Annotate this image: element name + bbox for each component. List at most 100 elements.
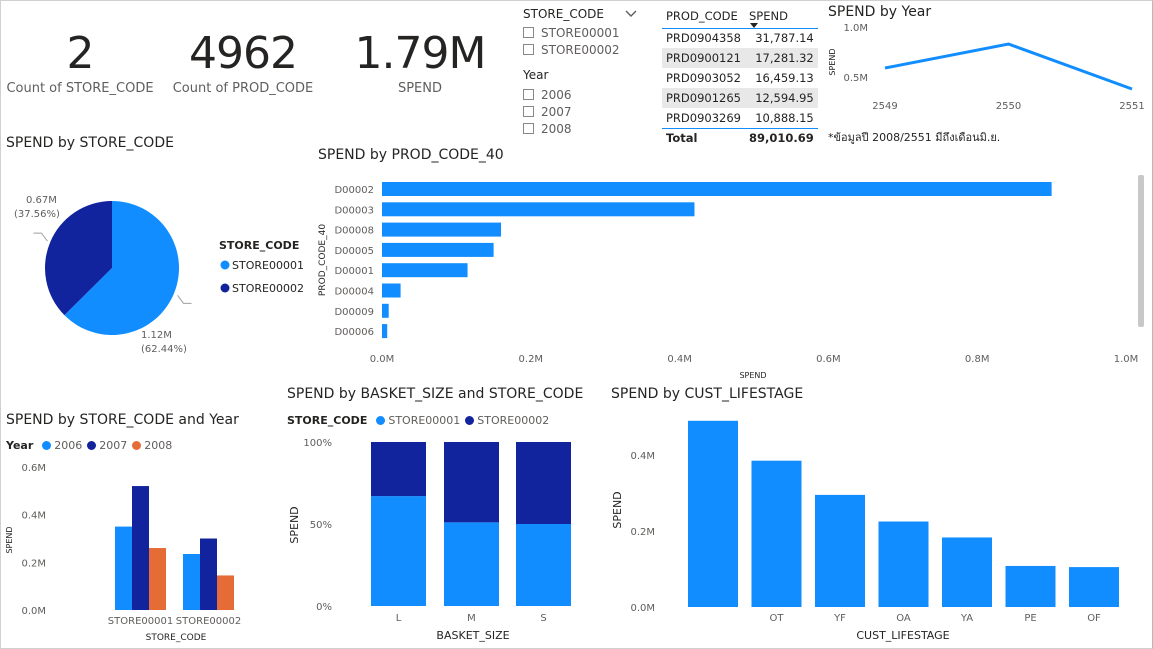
- table-row[interactable]: PRD0901265 12,594.95: [662, 88, 818, 108]
- column-header-spend[interactable]: SPEND: [745, 6, 818, 29]
- legend-item[interactable]: STORE00001: [388, 414, 460, 427]
- legend-item[interactable]: STORE00002: [477, 414, 549, 427]
- store-year-title: SPEND by STORE_CODE and Year: [6, 412, 239, 428]
- bar-segment[interactable]: [371, 496, 426, 606]
- x-tick-label: M: [467, 613, 476, 624]
- bar-segment[interactable]: [371, 442, 426, 497]
- spend-by-basket-size-chart[interactable]: SPEND 0% 50% 100% L M S BASKET_SIZE: [282, 430, 602, 649]
- slicer-item-store00002[interactable]: STORE00002: [523, 41, 643, 58]
- y-tick-label: D00008: [334, 226, 374, 237]
- legend-item[interactable]: STORE00002: [232, 282, 304, 295]
- checkbox[interactable]: [523, 123, 534, 134]
- cell-spend: 31,787.14: [755, 31, 814, 46]
- x-tick-label: 1.0M: [1114, 354, 1139, 365]
- legend-item[interactable]: 2007: [99, 439, 127, 452]
- cell-prod-code: PRD0903269: [666, 110, 741, 125]
- lifestage-title: SPEND by CUST_LIFESTAGE: [611, 386, 804, 402]
- bar[interactable]: [382, 303, 389, 318]
- x-tick-label: 0.0M: [370, 354, 395, 365]
- checkbox[interactable]: [523, 89, 534, 100]
- spend-by-cust-lifestage-chart[interactable]: SPEND 0.0M 0.2M 0.4M OT YF OA YA PE OF CUST_LIFEST…: [605, 405, 1145, 649]
- basket-title: SPEND by BASKET_SIZE and STORE_CODE: [287, 386, 584, 402]
- bar[interactable]: [217, 575, 234, 610]
- chart-scrollbar[interactable]: [1138, 175, 1144, 327]
- bar[interactable]: [132, 486, 149, 610]
- x-tick-label: 2550: [996, 101, 1021, 112]
- card-prod-count[interactable]: 4962 Count of PROD_CODE: [163, 28, 323, 96]
- x-axis-label: BASKET_SIZE: [436, 629, 509, 642]
- column-header-prod-code[interactable]: PROD_CODE: [662, 6, 745, 29]
- x-tick-label: 0.2M: [519, 354, 544, 365]
- checkbox[interactable]: [523, 106, 534, 117]
- bar[interactable]: [382, 263, 468, 278]
- spend-by-store-pie-chart[interactable]: 1.12M (62.44%) 0.67M (37.56%) STORE_CODE STOR…: [0, 160, 310, 380]
- x-tick-label: STORE00002: [176, 616, 241, 627]
- y-tick-label: D00005: [334, 246, 374, 257]
- y-tick-label: 1.0M: [843, 23, 868, 34]
- legend-marker: [220, 260, 230, 270]
- table-row[interactable]: PRD0900121 17,281.32: [662, 48, 818, 68]
- bar-segment[interactable]: [516, 524, 571, 606]
- bar[interactable]: [382, 283, 401, 298]
- bar[interactable]: [1069, 567, 1119, 607]
- bar[interactable]: [878, 521, 929, 608]
- data-label-percent: (62.44%): [141, 344, 187, 355]
- bar[interactable]: [382, 242, 494, 257]
- bar[interactable]: [382, 324, 388, 339]
- bar[interactable]: [688, 420, 738, 607]
- slicer-title: STORE_CODE: [523, 7, 604, 21]
- bar-segment[interactable]: [444, 442, 499, 523]
- y-tick-label: D00009: [334, 307, 374, 318]
- bar[interactable]: [1005, 565, 1056, 607]
- cell-prod-code: PRD0903052: [666, 71, 741, 85]
- card-store-count[interactable]: 2 Count of STORE_CODE: [0, 28, 160, 96]
- pie-title: SPEND by STORE_CODE: [6, 135, 174, 151]
- year-slicer: Year 2006 2007 2008: [523, 68, 623, 137]
- series-line[interactable]: [884, 42, 1133, 91]
- slicer-item-2008[interactable]: 2008: [523, 120, 623, 137]
- bar[interactable]: [751, 460, 802, 607]
- bar[interactable]: [942, 537, 992, 607]
- bar[interactable]: [200, 538, 217, 611]
- legend-marker: [376, 416, 386, 425]
- bar[interactable]: [382, 202, 695, 217]
- spend-by-prod-code-bar-chart[interactable]: PROD_CODE_40 D00002 D00003 D00008 D00005 D000…: [310, 170, 1153, 385]
- prod-bar-title: SPEND by PROD_CODE_40: [318, 147, 504, 163]
- bar[interactable]: [183, 553, 200, 610]
- slicer-item-store00001[interactable]: STORE00001: [523, 24, 643, 41]
- y-tick-label: 0.4M: [630, 451, 655, 462]
- card-value: 4962: [189, 28, 298, 79]
- slicer-item-2007[interactable]: 2007: [523, 103, 623, 120]
- table-row[interactable]: PRD0903269 10,888.15: [662, 108, 818, 128]
- card-label: Count of STORE_CODE: [6, 81, 154, 96]
- bar[interactable]: [815, 494, 865, 607]
- bar-segment[interactable]: [516, 442, 571, 524]
- y-tick-label: D00003: [334, 205, 374, 216]
- y-tick-label: 0.6M: [21, 463, 46, 474]
- card-spend[interactable]: 1.79M SPEND: [340, 28, 500, 96]
- x-axis-label: STORE_CODE: [146, 633, 207, 643]
- bar[interactable]: [382, 182, 1052, 196]
- spend-by-year-line-chart[interactable]: SPEND 0.5M 1.0M 2549 2550 2551: [820, 22, 1150, 118]
- y-tick-label: 0.0M: [21, 606, 46, 617]
- bar[interactable]: [382, 222, 502, 237]
- bar-segment[interactable]: [444, 522, 499, 606]
- legend-item[interactable]: 2008: [144, 439, 172, 452]
- checkbox[interactable]: [523, 44, 534, 55]
- cell-spend: 16,459.13: [755, 71, 814, 85]
- chevron-down-icon[interactable]: [625, 10, 637, 18]
- table-row[interactable]: PRD0904358 31,787.14: [662, 28, 818, 48]
- legend-item[interactable]: 2006: [54, 439, 82, 452]
- spend-by-store-year-bar-chart[interactable]: SPEND 0.0M 0.2M 0.4M 0.6M STORE00001 STORE0000…: [0, 455, 285, 649]
- total-label: Total: [662, 127, 745, 148]
- leader-line: [33, 232, 48, 242]
- legend-item[interactable]: STORE00001: [232, 259, 304, 272]
- bar[interactable]: [115, 526, 132, 610]
- slicer-item-2006[interactable]: 2006: [523, 86, 623, 103]
- x-axis-label: CUST_LIFESTAGE: [856, 629, 949, 642]
- x-tick-label: S: [540, 613, 546, 624]
- table-row[interactable]: PRD0903052 16,459.13: [662, 68, 818, 88]
- checkbox[interactable]: [523, 27, 534, 38]
- slicer-title: Year: [523, 68, 549, 82]
- bar[interactable]: [149, 548, 166, 610]
